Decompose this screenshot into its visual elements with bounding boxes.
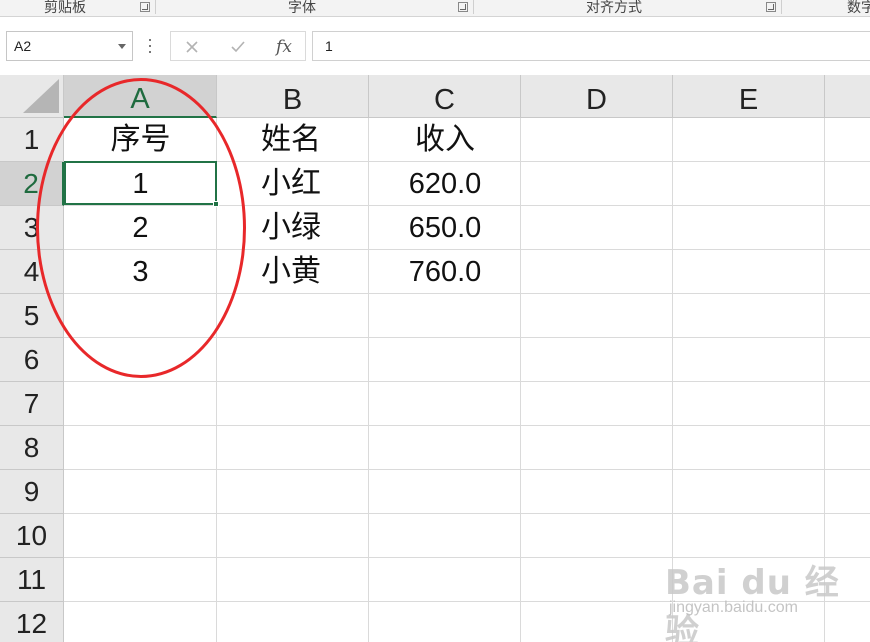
ribbon-group-clipboard: 剪贴板: [0, 0, 155, 17]
ribbon-group-label: 剪贴板: [44, 0, 86, 16]
row-header-label: 9: [23, 475, 40, 507]
row-header-label: 2: [23, 167, 39, 199]
gridline: [64, 425, 870, 426]
row-header-label: 6: [23, 343, 40, 375]
ribbon-group-label: 字体: [288, 0, 316, 16]
row-header-12[interactable]: 12: [0, 602, 64, 642]
gridline: [824, 118, 825, 642]
column-header-label: B: [282, 84, 303, 116]
cell-a3[interactable]: 2: [64, 206, 217, 250]
row-header-3[interactable]: 3: [0, 206, 64, 250]
insert-function-button[interactable]: fx: [269, 34, 299, 59]
row-header-10[interactable]: 10: [0, 514, 64, 558]
cell-c2[interactable]: 620.0: [369, 162, 521, 206]
dialog-launcher-icon[interactable]: [766, 2, 776, 12]
column-header-label: C: [434, 84, 455, 116]
gridline: [64, 601, 870, 602]
drag-handle-icon[interactable]: [148, 39, 152, 53]
gridline: [64, 469, 870, 470]
row-header-label: 8: [23, 431, 40, 463]
formula-value: 1: [325, 38, 333, 54]
cell-a2[interactable]: 1: [64, 162, 217, 206]
gridline: [64, 337, 870, 338]
row-header-label: 12: [15, 607, 48, 639]
row-header-9[interactable]: 9: [0, 470, 64, 514]
row-header-label: 3: [23, 211, 40, 243]
ribbon-group-alignment: 对齐方式: [474, 0, 781, 17]
ribbon-group-label: 对齐方式: [586, 0, 642, 16]
row-header-label: 4: [23, 255, 40, 287]
dialog-launcher-icon[interactable]: [458, 2, 468, 12]
row-header-label: 10: [15, 519, 48, 551]
dialog-launcher-icon[interactable]: [140, 2, 150, 12]
ribbon-group-label: 数字: [847, 0, 870, 16]
row-header-5[interactable]: 5: [0, 294, 64, 338]
ribbon-group-font: 字体: [156, 0, 473, 17]
cell-b1[interactable]: 姓名: [217, 118, 369, 162]
ribbon-group-number: 数字: [782, 0, 870, 17]
cell-c1[interactable]: 收入: [369, 118, 521, 162]
row-header-label: 1: [23, 123, 40, 155]
formula-bar: A2 fx 1: [0, 18, 870, 75]
select-all-triangle-icon: [23, 79, 59, 113]
gridline: [64, 513, 870, 514]
name-box[interactable]: A2: [6, 31, 133, 61]
column-header-c[interactable]: C: [369, 75, 521, 118]
row-header-4[interactable]: 4: [0, 250, 64, 294]
row-header-label: 11: [16, 563, 47, 595]
column-header-label: D: [586, 84, 607, 116]
column-header-label: A: [130, 83, 150, 115]
row-header-6[interactable]: 6: [0, 338, 64, 382]
formula-buttons: fx: [170, 31, 306, 61]
row-header-1[interactable]: 1: [0, 118, 64, 162]
row-header-label: 5: [23, 299, 40, 331]
ribbon-group-strip: 剪贴板 字体 对齐方式 数字: [0, 0, 870, 17]
column-header-d[interactable]: D: [521, 75, 673, 118]
cell-a4[interactable]: 3: [64, 250, 217, 294]
name-box-value: A2: [14, 38, 32, 54]
cell-b2[interactable]: 小红: [217, 162, 369, 206]
formula-input[interactable]: 1: [312, 31, 870, 61]
row-header-11[interactable]: 11: [0, 558, 64, 602]
cell-b4[interactable]: 小黄: [217, 250, 369, 294]
column-header-label: E: [738, 84, 759, 116]
column-header-b[interactable]: B: [217, 75, 369, 118]
cell-b3[interactable]: 小绿: [217, 206, 369, 250]
close-icon[interactable]: [177, 34, 207, 59]
gridline: [672, 118, 673, 642]
gridline: [64, 557, 870, 558]
column-header-f[interactable]: [825, 75, 870, 118]
column-header-e[interactable]: E: [673, 75, 825, 118]
select-all-button[interactable]: [0, 75, 64, 118]
cell-c4[interactable]: 760.0: [369, 250, 521, 294]
row-header-label: 7: [23, 387, 40, 419]
row-header-2[interactable]: 2: [0, 162, 64, 206]
gridline: [64, 381, 870, 382]
spreadsheet-grid: A B C D E 1 2 3 4 5 6 7 8 9 10 11 12 序号 …: [0, 75, 870, 642]
column-header-a[interactable]: A: [64, 75, 217, 118]
cell-a1[interactable]: 序号: [64, 118, 217, 162]
row-header-8[interactable]: 8: [0, 426, 64, 470]
row-header-7[interactable]: 7: [0, 382, 64, 426]
function-icon: fx: [276, 36, 292, 57]
check-icon[interactable]: [223, 34, 253, 59]
chevron-down-icon[interactable]: [118, 44, 126, 49]
cell-c3[interactable]: 650.0: [369, 206, 521, 250]
